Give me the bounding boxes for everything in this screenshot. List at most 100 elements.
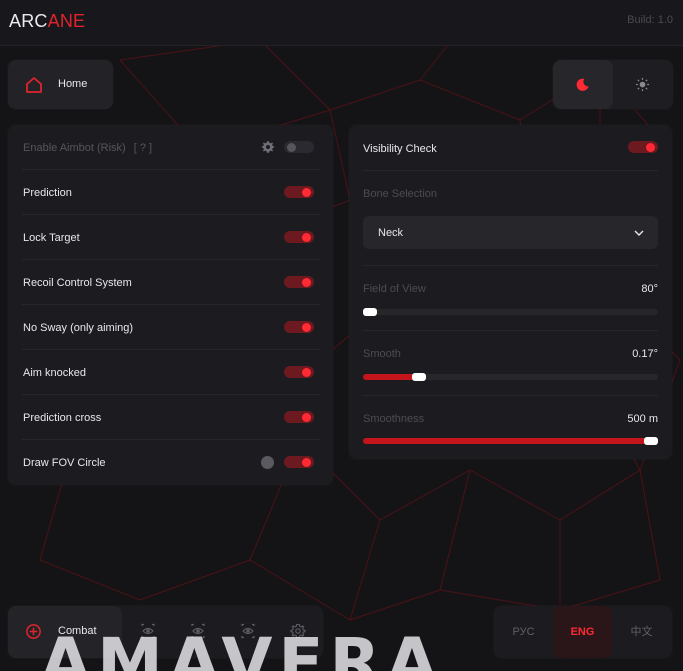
network-line: [419, 79, 521, 121]
toggle-knob: [287, 142, 296, 152]
option-aim-knocked: Aim knocked: [22, 350, 320, 395]
option-label: Enable Aimbot (Risk) [ ? ]: [23, 142, 152, 154]
option-label: Prediction cross: [23, 412, 102, 424]
slider-thumb[interactable]: [363, 308, 377, 316]
prediction-cross-toggle[interactable]: [284, 411, 314, 423]
toggle-knob: [302, 322, 311, 332]
divider: [363, 265, 658, 266]
lock-target-toggle[interactable]: [284, 231, 314, 243]
network-line: [329, 79, 421, 111]
slider-fill: [363, 374, 420, 380]
network-line: [439, 469, 471, 591]
network-line: [639, 469, 661, 581]
option-draw-fov-circle: Draw FOV Circle: [22, 440, 320, 485]
smoothness-value: 500 m: [627, 413, 658, 425]
toggle-knob: [302, 457, 311, 467]
toggle-knob: [302, 232, 311, 242]
network-line: [469, 469, 561, 521]
option-lock-target: Lock Target: [22, 215, 320, 260]
option-prediction-cross: Prediction cross: [22, 395, 320, 440]
divider: [363, 395, 658, 396]
option-prediction: Prediction: [22, 170, 320, 215]
home-button[interactable]: Home: [8, 60, 113, 109]
sun-icon: [635, 77, 650, 92]
bone-selected-value: Neck: [378, 227, 404, 239]
combat-label: Combat: [58, 625, 97, 637]
smoothness-slider[interactable]: [363, 437, 658, 445]
eye-icon[interactable]: [140, 623, 156, 639]
smooth-value: 0.17°: [632, 348, 658, 360]
theme-dark-button[interactable]: [553, 60, 613, 109]
help-hint[interactable]: [ ? ]: [134, 142, 152, 154]
fov-value: 80°: [641, 283, 658, 295]
eye-icon[interactable]: [190, 623, 206, 639]
toggle-knob: [302, 412, 311, 422]
smoothness-label: Smoothness: [363, 413, 425, 425]
option-no-sway: No Sway (only aiming): [22, 305, 320, 350]
slider-thumb[interactable]: [412, 373, 427, 381]
network-line: [349, 589, 441, 621]
option-label: Lock Target: [23, 232, 80, 244]
enable-aimbot-toggle[interactable]: [284, 141, 314, 153]
theme-light-button[interactable]: [613, 60, 673, 109]
divider: [363, 170, 658, 171]
eye-icon[interactable]: [240, 623, 256, 639]
fov-label: Field of View: [363, 283, 426, 295]
visibility-check-toggle[interactable]: [628, 141, 658, 153]
smooth-slider[interactable]: [363, 373, 658, 381]
language-option-zh[interactable]: 中文: [612, 606, 671, 658]
app-logo: ARCANE: [9, 11, 85, 32]
enable-aimbot-label: Enable Aimbot (Risk): [23, 142, 126, 154]
home-icon: [26, 77, 42, 93]
chevron-down-icon: [634, 230, 644, 236]
draw-fov-circle-toggle[interactable]: [284, 456, 314, 468]
home-label: Home: [58, 78, 88, 90]
visibility-check-label: Visibility Check: [363, 143, 437, 155]
gear-icon[interactable]: [261, 140, 275, 154]
fov-color-picker[interactable]: [261, 456, 274, 469]
combat-tab[interactable]: Combat: [8, 606, 122, 658]
recoil-control-toggle[interactable]: [284, 276, 314, 288]
top-bar: ARCANE Build: 1.0: [0, 0, 683, 46]
aim-settings-panel: Visibility Check Bone Selection Neck Fie…: [349, 125, 672, 459]
build-version: Build: 1.0: [627, 14, 673, 26]
aimbot-options-panel: Enable Aimbot (Risk) [ ? ] Prediction Loc…: [8, 125, 333, 485]
option-recoil-control: Recoil Control System: [22, 260, 320, 305]
logo-part-2: ANE: [47, 11, 86, 31]
gear-icon[interactable]: [290, 623, 306, 639]
logo-part-1: ARC: [9, 11, 48, 31]
moon-icon: [576, 78, 589, 91]
language-switcher: РУС ENG 中文: [494, 606, 672, 658]
slider-thumb[interactable]: [644, 437, 658, 445]
smooth-label: Smooth: [363, 348, 401, 360]
option-enable-aimbot: Enable Aimbot (Risk) [ ? ]: [22, 125, 320, 170]
option-label: Recoil Control System: [23, 277, 132, 289]
option-label: Aim knocked: [23, 367, 86, 379]
network-line: [259, 39, 331, 111]
network-line: [329, 109, 351, 201]
bottom-tab-bar: Combat: [8, 606, 323, 658]
slider-fill: [363, 438, 651, 444]
crosshair-icon: [26, 624, 41, 639]
divider: [363, 330, 658, 331]
bone-selection-label: Bone Selection: [363, 188, 437, 200]
network-line: [139, 559, 251, 601]
toggle-knob: [302, 277, 311, 287]
network-line: [379, 469, 471, 521]
option-label: No Sway (only aiming): [23, 322, 134, 334]
toggle-knob: [646, 142, 655, 152]
network-line: [39, 559, 141, 601]
toggle-knob: [302, 367, 311, 377]
toggle-knob: [302, 187, 311, 197]
option-label: Prediction: [23, 187, 72, 199]
language-option-ru[interactable]: РУС: [494, 606, 553, 658]
prediction-toggle[interactable]: [284, 186, 314, 198]
fov-slider[interactable]: [363, 308, 658, 316]
network-line: [559, 469, 641, 521]
option-label: Draw FOV Circle: [23, 457, 106, 469]
no-sway-toggle[interactable]: [284, 321, 314, 333]
language-option-en[interactable]: ENG: [553, 606, 612, 658]
bone-selection-dropdown[interactable]: Neck: [363, 216, 658, 249]
aim-knocked-toggle[interactable]: [284, 366, 314, 378]
theme-switcher: [553, 60, 673, 109]
